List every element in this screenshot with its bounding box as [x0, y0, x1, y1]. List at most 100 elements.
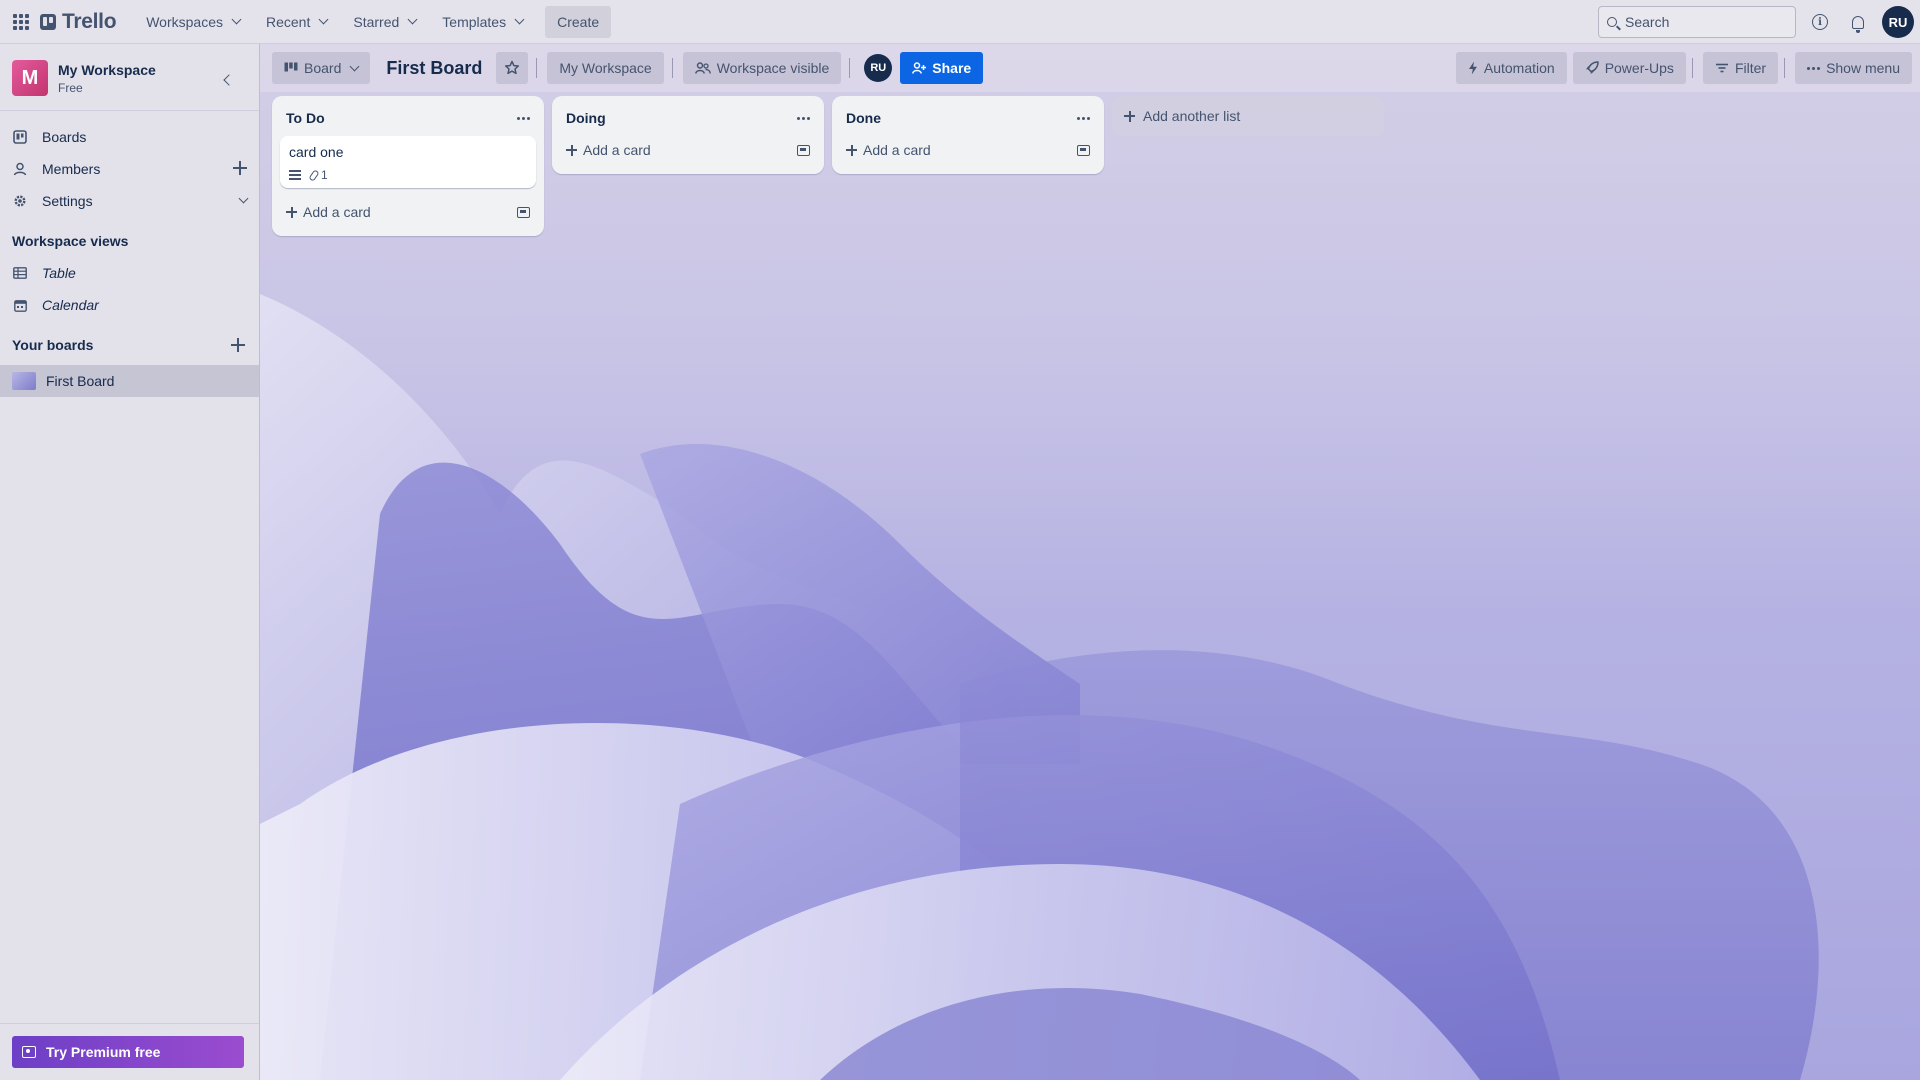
header-separator	[671, 58, 673, 78]
workspace-logo[interactable]: M	[12, 60, 48, 96]
star-board-button[interactable]	[496, 52, 529, 84]
search-icon	[1607, 17, 1617, 27]
trello-logo-icon	[40, 13, 56, 30]
card-template-icon[interactable]	[797, 144, 810, 156]
list-header: Doing	[560, 102, 816, 134]
automation-button[interactable]: Automation	[1455, 52, 1567, 84]
workspace-button[interactable]: My Workspace	[547, 52, 664, 84]
add-card-label: Add a card	[303, 204, 371, 220]
app-switcher-icon[interactable]	[10, 11, 32, 33]
top-navigation: Trello Workspaces Recent Starred Templat…	[0, 0, 1920, 44]
board-canvas: Board First Board My Workspace Workspace…	[260, 44, 1920, 1080]
workspace-header: M My Workspace Free	[0, 44, 259, 111]
sidebar-item-calendar[interactable]: Calendar	[0, 289, 259, 321]
chevron-down-icon	[514, 14, 525, 25]
bell-icon	[1852, 15, 1864, 33]
share-button[interactable]: Share	[900, 52, 984, 84]
sidebar-board-first-board[interactable]: First Board	[0, 365, 259, 397]
add-person-icon	[912, 62, 927, 74]
add-card-label: Add a card	[583, 142, 651, 158]
list-actions-icon[interactable]	[797, 116, 810, 120]
gear-icon	[12, 193, 28, 209]
notifications-button[interactable]	[1844, 8, 1872, 36]
add-card-button[interactable]: Add a card	[560, 134, 816, 166]
list-title[interactable]: To Do	[286, 110, 325, 126]
card[interactable]: card one 1	[280, 136, 536, 188]
plus-icon	[1124, 110, 1135, 122]
list-done[interactable]: Done Add a card	[832, 96, 1104, 174]
filter-label: Filter	[1734, 60, 1767, 76]
templates-menu-label: Templates	[442, 13, 507, 30]
board-title[interactable]: First Board	[386, 58, 482, 79]
board-header: Board First Board My Workspace Workspace…	[260, 44, 1920, 92]
sidebar-item-label: Boards	[42, 129, 87, 145]
chevron-down-icon	[231, 14, 242, 25]
recent-menu-label: Recent	[266, 13, 311, 30]
try-premium-button[interactable]: Try Premium free	[12, 1036, 244, 1068]
header-separator	[1691, 58, 1693, 78]
add-list-label: Add another list	[1143, 108, 1241, 124]
list-title[interactable]: Doing	[566, 110, 606, 126]
your-boards-heading-label: Your boards	[12, 337, 94, 353]
workspace-views-heading-label: Workspace views	[12, 233, 129, 249]
sidebar-item-table[interactable]: Table	[0, 257, 259, 289]
templates-menu[interactable]: Templates	[432, 6, 533, 38]
add-board-icon[interactable]	[231, 338, 245, 352]
create-button[interactable]: Create	[545, 5, 612, 38]
list-doing[interactable]: Doing Add a card	[552, 96, 824, 174]
sidebar-item-label: Settings	[42, 193, 93, 209]
show-menu-label: Show menu	[1826, 60, 1900, 76]
list-actions-icon[interactable]	[1077, 116, 1090, 120]
search-input[interactable]: Search	[1598, 6, 1796, 38]
workspace-name[interactable]: My Workspace	[58, 62, 156, 78]
account-avatar[interactable]: RU	[1882, 6, 1914, 38]
chevron-down-icon	[407, 14, 418, 25]
recent-menu[interactable]: Recent	[256, 6, 337, 38]
sidebar-divider	[0, 1023, 259, 1024]
workspaces-menu[interactable]: Workspaces	[136, 6, 250, 38]
sidebar-item-settings[interactable]: Settings	[0, 185, 259, 217]
starred-menu[interactable]: Starred	[343, 6, 426, 38]
info-button[interactable]: i	[1806, 8, 1834, 36]
search-placeholder: Search	[1625, 14, 1670, 30]
sidebar-item-boards[interactable]: Boards	[0, 121, 259, 153]
info-icon: i	[1812, 14, 1828, 30]
chevron-down-icon[interactable]	[238, 193, 249, 204]
trello-logo[interactable]: Trello	[40, 9, 117, 34]
board-icon	[12, 129, 28, 145]
add-member-icon[interactable]	[233, 161, 247, 175]
people-icon	[694, 62, 711, 74]
sidebar-item-label: Members	[42, 161, 101, 177]
board-view-label: Board	[304, 60, 342, 76]
share-label: Share	[932, 60, 972, 76]
sidebar-item-members[interactable]: Members	[0, 153, 259, 185]
person-icon	[12, 161, 28, 177]
filter-icon	[1715, 63, 1728, 73]
more-icon	[1807, 66, 1821, 70]
attachment-count: 1	[321, 168, 328, 182]
sidebar: M My Workspace Free Boards Members Setti…	[0, 44, 260, 1080]
list-actions-icon[interactable]	[517, 116, 530, 120]
add-card-button[interactable]: Add a card	[840, 134, 1096, 166]
header-separator	[849, 58, 851, 78]
list-to-do[interactable]: To Do card one 1 Add a card	[272, 96, 544, 236]
list-title[interactable]: Done	[846, 110, 881, 126]
board-member-avatar[interactable]: RU	[864, 54, 893, 82]
add-card-button[interactable]: Add a card	[280, 196, 536, 228]
card-template-icon[interactable]	[1077, 144, 1090, 156]
card-template-icon[interactable]	[517, 206, 530, 218]
sidebar-item-label: Table	[42, 265, 76, 281]
board-view-switcher[interactable]: Board	[272, 52, 371, 84]
filter-button[interactable]: Filter	[1702, 52, 1779, 84]
power-ups-button[interactable]: Power-Ups	[1572, 52, 1686, 84]
your-boards-heading: Your boards	[0, 329, 259, 361]
show-menu-button[interactable]: Show menu	[1795, 52, 1912, 84]
workspace-plan: Free	[58, 80, 83, 95]
try-premium-label: Try Premium free	[46, 1044, 161, 1060]
power-ups-label: Power-Ups	[1604, 60, 1674, 76]
collapse-sidebar-icon[interactable]	[223, 74, 235, 86]
logo-text: Trello	[62, 9, 117, 33]
add-list-button[interactable]: Add another list	[1112, 96, 1384, 136]
list-header: Done	[840, 102, 1096, 134]
visibility-button[interactable]: Workspace visible	[682, 52, 842, 84]
